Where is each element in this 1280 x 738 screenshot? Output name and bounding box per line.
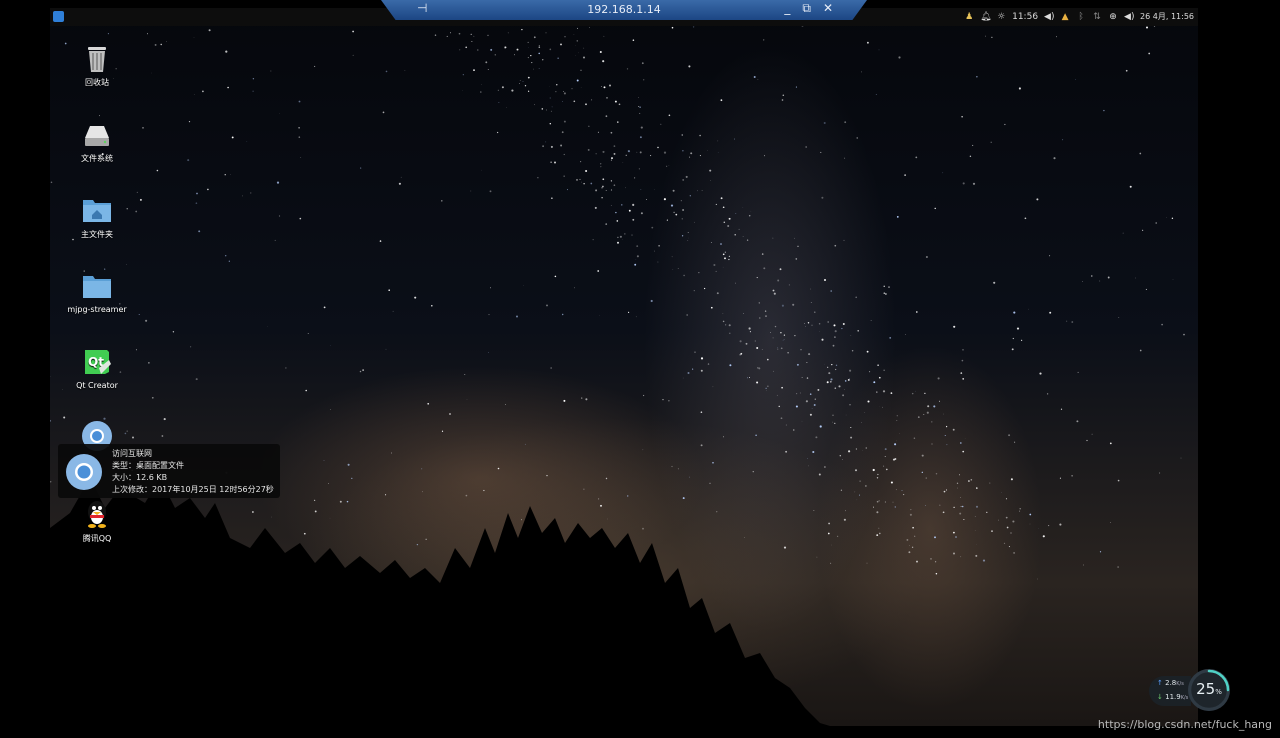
upload-unit: K/s (1176, 681, 1184, 687)
desktop-icon-qq[interactable]: 腾讯QQ (51, 498, 143, 544)
panel-time[interactable]: 11:56 (1012, 8, 1038, 26)
update-icon[interactable]: ⊕ (1108, 12, 1118, 22)
start-menu-icon[interactable] (53, 11, 64, 22)
usage-percent-symbol: % (1215, 688, 1222, 696)
network-speed-monitor[interactable]: ↑ 2.8K/s ↓ 11.9K/s (1149, 676, 1191, 706)
network-icon[interactable]: ⇅ (1092, 12, 1102, 22)
input-method-icon[interactable]: ▲ (1060, 12, 1070, 22)
tooltip-type: 类型：桌面配置文件 (112, 461, 184, 470)
tooltip-size: 大小：12.6 KB (112, 473, 168, 482)
desktop-icon-label: mjpg-streamer (67, 305, 127, 314)
brightness-icon[interactable]: ☼ (996, 12, 1006, 22)
remote-connection-bar: ⊣ 192.168.1.14 _ ⧉ ✕ (381, 0, 867, 20)
usage-percent: 25 (1196, 680, 1216, 698)
desktop-icon-label: 文件系统 (81, 154, 113, 163)
home-folder-icon (83, 200, 111, 222)
volume-icon[interactable]: ◀) (1044, 12, 1054, 22)
desktop-icon-trash[interactable]: 回收站 (51, 42, 143, 88)
qq-penguin-icon (88, 501, 106, 528)
desktop-icon-qt-creator[interactable]: Qt Qt Creator (51, 346, 143, 390)
upload-arrow-icon: ↑ (1157, 679, 1163, 687)
user-icon[interactable]: ♟ (964, 12, 974, 22)
desktop-icon-mjpg-streamer[interactable]: mjpg-streamer (51, 270, 143, 314)
file-info-tooltip: 访问互联网 类型：桌面配置文件 大小：12.6 KB 上次修改：2017年10月… (58, 444, 280, 498)
desktop-icon-label: 腾讯QQ (82, 534, 112, 543)
desktop-icon-label: 回收站 (85, 78, 109, 87)
resource-usage-gauge[interactable]: 25% (1188, 669, 1230, 711)
bluetooth-icon[interactable]: ᛒ (1076, 12, 1086, 22)
bell-icon[interactable]: 🔔︎ (980, 12, 991, 22)
desktop-icon-label: 主文件夹 (81, 230, 113, 239)
remote-desktop[interactable] (50, 8, 1198, 726)
desktop-icon-home-folder[interactable]: 主文件夹 (51, 194, 143, 240)
tooltip-modified: 上次修改：2017年10月25日 12时56分27秒 (112, 485, 274, 494)
watermark: https://blog.csdn.net/fuck_hang (1097, 718, 1272, 731)
chromium-icon (66, 454, 102, 490)
forest-silhouette (50, 478, 830, 726)
tooltip-title: 访问互联网 (112, 449, 152, 458)
qt-creator-icon: Qt (85, 350, 111, 374)
desktop-icon-file-system[interactable]: 文件系统 (51, 118, 143, 164)
desktop-icon-label: Qt Creator (76, 381, 118, 390)
hard-drive-icon (85, 126, 109, 146)
date-time[interactable]: 26 4月, 11:56 (1140, 8, 1194, 26)
upload-speed: 2.8 (1165, 679, 1177, 687)
minimize-button[interactable]: _ (784, 1, 790, 16)
folder-icon (83, 276, 111, 298)
restore-button[interactable]: ⧉ (802, 1, 811, 16)
close-button[interactable]: ✕ (823, 1, 833, 16)
system-tray: ♟ 🔔︎ ☼ 11:56 ◀) ▲ ᛒ ⇅ ⊕ ◀) 26 4月, 11:56 (964, 8, 1194, 26)
volume-icon[interactable]: ◀) (1124, 12, 1134, 22)
download-arrow-icon: ↓ (1157, 693, 1163, 701)
trash-icon (88, 47, 106, 72)
download-speed: 11.9 (1165, 693, 1181, 701)
